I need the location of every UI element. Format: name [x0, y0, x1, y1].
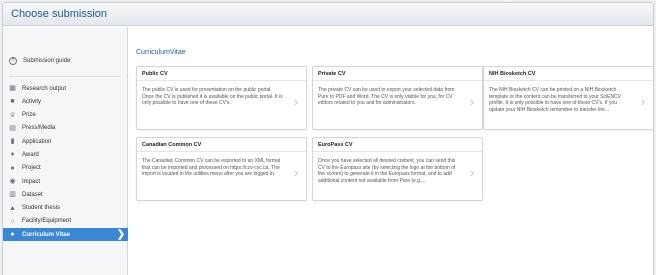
- book-icon: ▦: [9, 85, 16, 92]
- sidebar-item-curriculum-vitae[interactable]: ● Curriculum Vitae ❯: [3, 228, 128, 242]
- sidebar-item-label: Award: [22, 151, 39, 158]
- sidebar-item-student-thesis[interactable]: ▲ Student thesis: [3, 202, 128, 215]
- card-title: Private CV: [313, 67, 482, 81]
- cv-card-private[interactable]: Private CV The private CV can be used to…: [312, 66, 483, 130]
- chevron-right-icon: ›: [293, 94, 299, 109]
- sidebar-item-label: Student thesis: [22, 205, 61, 212]
- sidebar-item-label: Project: [22, 165, 41, 172]
- sidebar-item-label: Impact: [22, 178, 41, 185]
- card-title: Canadian Common CV: [137, 138, 306, 152]
- chevron-right-icon: ›: [469, 165, 475, 180]
- submission-guide-link[interactable]: ? Submission guide: [9, 56, 70, 66]
- sidebar-item-press-media[interactable]: ▤ Press/Media: [3, 122, 128, 135]
- card-title: EuroPass CV: [313, 138, 482, 152]
- sidebar-item-prize[interactable]: ♕ Prize: [3, 109, 128, 122]
- sidebar: ? Submission guide ▦ Research output ■ A…: [3, 27, 128, 275]
- impact-icon: ◉: [9, 178, 16, 186]
- trophy-icon: ♕: [9, 111, 16, 119]
- sidebar-item-activity[interactable]: ■ Activity: [3, 95, 128, 108]
- choose-submission-dialog: Choose submission ? Submission guide ▦ R…: [2, 2, 654, 275]
- card-description: The Canadian Common CV can be exported t…: [142, 158, 281, 178]
- chevron-right-icon: ❯: [116, 229, 126, 241]
- card-description: The public CV is used for presentation o…: [142, 87, 283, 107]
- briefcase-icon: ■: [10, 98, 15, 106]
- help-circle-icon: ?: [9, 57, 17, 65]
- main-content: CurriculumVitae Public CV The public CV …: [128, 27, 653, 275]
- project-icon: ●: [10, 164, 15, 172]
- curriculum-icon: ●: [10, 231, 15, 239]
- sidebar-item-label: Curriculum Vitae: [22, 231, 70, 238]
- dialog-titlebar: Choose submission: [3, 3, 653, 26]
- card-title: NIH Biosketch CV: [484, 67, 653, 81]
- sidebar-item-research-output[interactable]: ▦ Research output: [3, 82, 128, 95]
- sidebar-item-label: Press/Media: [22, 125, 56, 132]
- sidebar-item-label: Application: [22, 138, 52, 145]
- chevron-right-icon: ›: [469, 94, 475, 109]
- sidebar-item-application[interactable]: ▮ Application: [3, 135, 128, 148]
- sidebar-item-label: Prize: [22, 112, 36, 119]
- card-title: Public CV: [137, 67, 306, 81]
- facility-icon: ○: [10, 217, 15, 225]
- sidebar-item-impact[interactable]: ◉ Impact: [3, 175, 128, 188]
- sidebar-item-facility-equipment[interactable]: ○ Facility/Equipment: [3, 215, 128, 228]
- card-description: Once you have selected all desired conte…: [318, 158, 456, 184]
- chevron-right-icon: ›: [293, 165, 299, 180]
- dataset-icon: ▥: [9, 191, 16, 199]
- card-description: The NIH Biosketch CV can be printed on a…: [489, 87, 622, 113]
- award-icon: ♦: [10, 151, 15, 159]
- graduation-cap-icon: ▲: [9, 204, 16, 212]
- submission-guide-label: Submission guide: [23, 58, 71, 64]
- cv-card-public[interactable]: Public CV The public CV is used for pres…: [136, 66, 307, 130]
- sidebar-item-label: Research output: [22, 85, 67, 92]
- newspaper-icon: ▤: [9, 124, 16, 132]
- cv-card-europass[interactable]: EuroPass CV Once you have selected all d…: [312, 137, 483, 201]
- sidebar-item-award[interactable]: ♦ Award: [3, 148, 128, 161]
- card-description: The private CV can be used to export you…: [318, 87, 455, 107]
- sidebar-item-project[interactable]: ● Project: [3, 162, 128, 175]
- sidebar-item-label: Dataset: [22, 191, 43, 198]
- cv-card-nih-biosketch[interactable]: NIH Biosketch CV The NIH Biosketch CV ca…: [483, 66, 653, 130]
- sidebar-item-label: Facility/Equipment: [22, 218, 72, 225]
- dialog-title: Choose submission: [11, 8, 107, 20]
- cv-card-canadian-common[interactable]: Canadian Common CV The Canadian Common C…: [136, 137, 307, 201]
- sidebar-divider: [9, 76, 121, 77]
- submission-type-list: ▦ Research output ■ Activity ♕ Prize ▤ P…: [3, 82, 128, 242]
- chevron-right-icon: ›: [640, 94, 646, 109]
- bar-chart-icon: ▮: [10, 138, 15, 146]
- sidebar-item-label: Activity: [22, 98, 42, 105]
- sidebar-item-dataset[interactable]: ▥ Dataset: [3, 188, 128, 201]
- section-title: CurriculumVitae: [136, 49, 186, 56]
